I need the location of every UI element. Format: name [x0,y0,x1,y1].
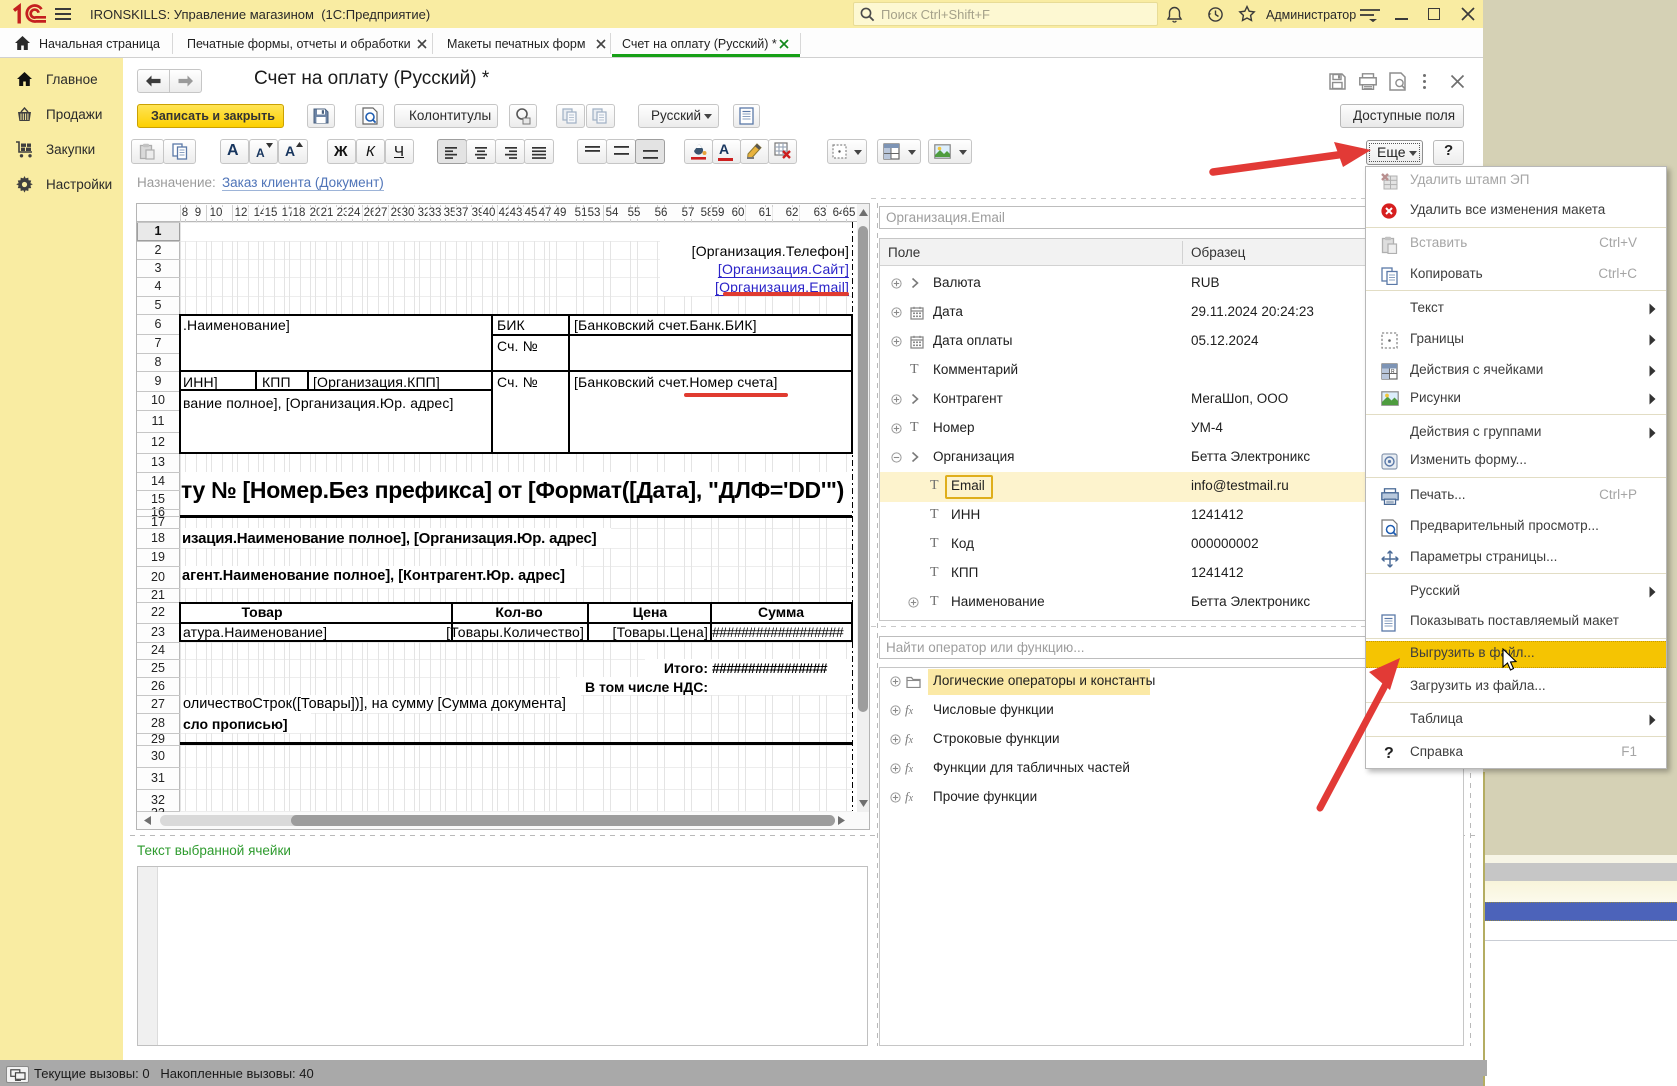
svg-text:R: R [1391,369,1395,375]
